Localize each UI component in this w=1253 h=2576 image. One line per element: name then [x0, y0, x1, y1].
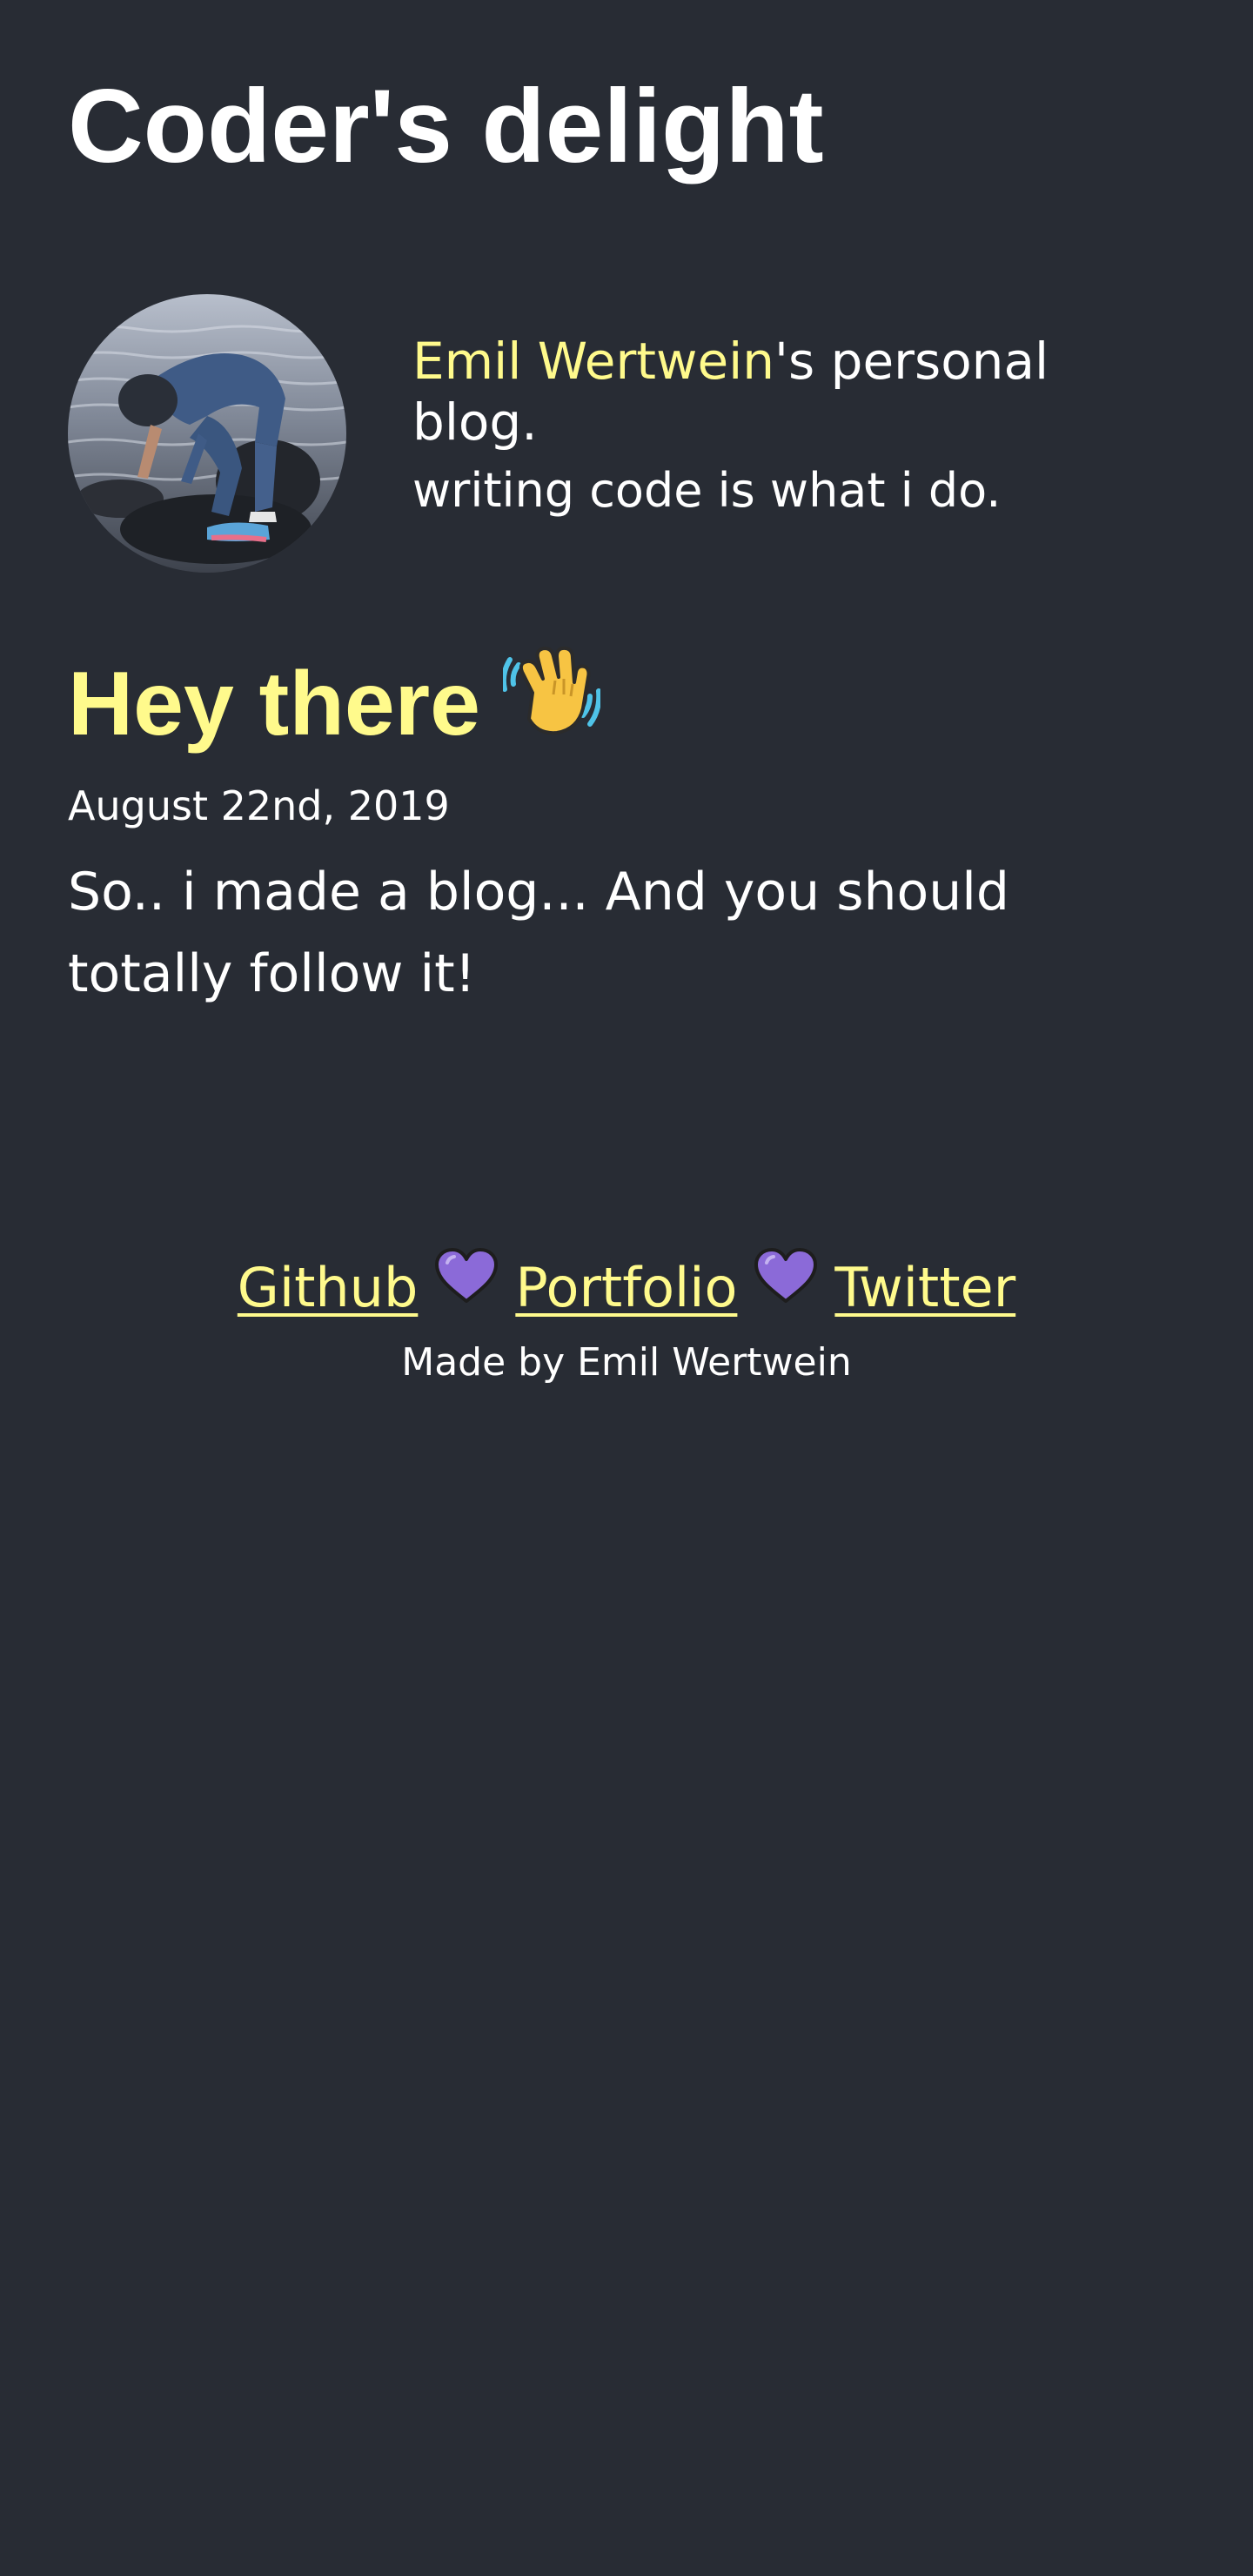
purple-heart-icon [753, 1244, 819, 1328]
avatar-photo-icon [68, 294, 346, 573]
waving-hand-icon [500, 642, 602, 769]
post-excerpt: So.. i made a blog... And you should tot… [68, 861, 1009, 1004]
bio-tagline: Emil Wertwein's personal blog. [412, 331, 1126, 453]
footer-links: Github Portfolio Twitter [0, 1246, 1253, 1333]
post-date: August 22nd, 2019 [68, 782, 450, 829]
portfolio-link[interactable]: Portfolio [515, 1256, 737, 1319]
bio-description: writing code is what i do. [412, 463, 1002, 518]
bio-text: Emil Wertwein's personal blog. writing c… [412, 331, 1126, 524]
footer: Github Portfolio Twitter Made by Emil Wert… [0, 1246, 1253, 1389]
avatar [68, 294, 346, 573]
purple-heart-icon [433, 1244, 499, 1328]
author-name: Emil Wertwein [412, 332, 775, 391]
post-item: Hey there August 22nd, 2019 So.. i made … [68, 644, 1185, 1015]
post-title-text: Hey there [68, 654, 480, 755]
site-title[interactable]: Coder's delight [68, 61, 824, 191]
post-title-link[interactable]: Hey there [68, 644, 1185, 775]
github-link[interactable]: Github [238, 1256, 419, 1319]
footer-credit: Made by Emil Wertwein [401, 1339, 852, 1385]
twitter-link[interactable]: Twitter [834, 1256, 1015, 1319]
bio-section: Emil Wertwein's personal blog. writing c… [68, 294, 1185, 574]
